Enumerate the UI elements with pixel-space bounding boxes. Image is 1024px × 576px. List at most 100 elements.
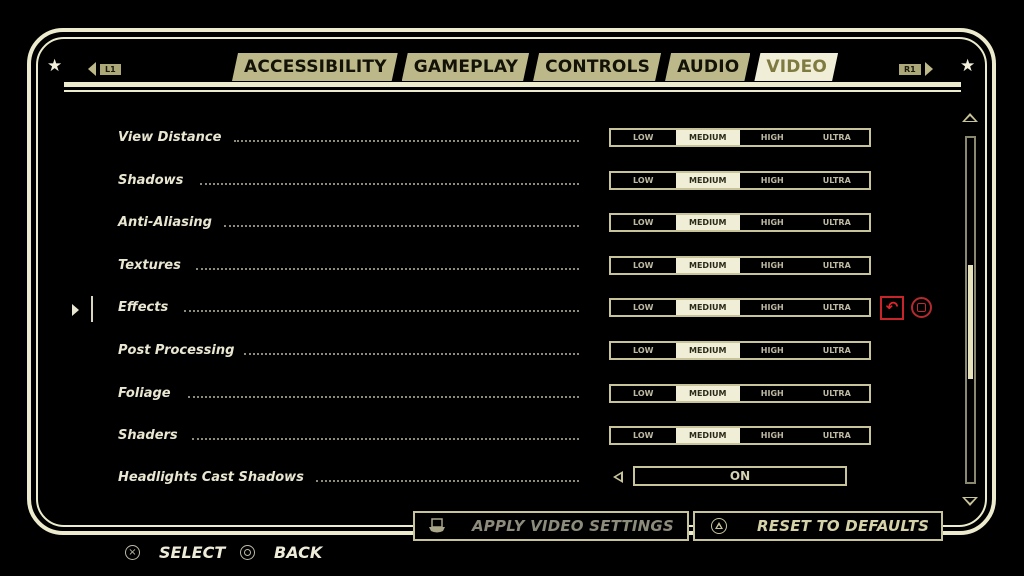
leader-dots [316, 480, 579, 482]
select-hint: × SELECT [125, 543, 225, 562]
l1-badge: L1 [100, 63, 121, 75]
setting-label: Foliage [118, 386, 171, 401]
star-icon: ★ [960, 56, 976, 76]
option-medium[interactable]: MEDIUM [675, 130, 740, 145]
setting-label: Effects [118, 300, 169, 315]
selection-arrow-icon [72, 304, 79, 316]
option-low[interactable]: LOW [611, 428, 676, 443]
option-low[interactable]: LOW [611, 343, 676, 358]
r1-badge: R1 [899, 63, 921, 75]
setting-label: View Distance [118, 130, 222, 145]
option-medium[interactable]: MEDIUM [675, 215, 740, 230]
option-medium[interactable]: MEDIUM [675, 428, 740, 443]
cross-button-icon: × [125, 545, 140, 560]
tab-audio[interactable]: AUDIO [665, 53, 750, 81]
setting-label: Headlights Cast Shadows [118, 470, 304, 485]
quality-selector: LOW MEDIUM HIGH ULTRA [609, 341, 871, 360]
tab-gameplay[interactable]: GAMEPLAY [402, 53, 529, 81]
quality-selector: LOW MEDIUM HIGH ULTRA [609, 213, 871, 232]
option-ultra[interactable]: ULTRA [805, 428, 870, 443]
option-high[interactable]: HIGH [740, 130, 805, 145]
quality-selector: LOW MEDIUM HIGH ULTRA [609, 426, 871, 445]
option-medium[interactable]: MEDIUM [675, 300, 740, 315]
option-high[interactable]: HIGH [740, 386, 805, 401]
option-low[interactable]: LOW [611, 300, 676, 315]
setting-row-effects[interactable]: Effects LOW MEDIUM HIGH ULTRA ↶ [0, 296, 1024, 322]
option-medium[interactable]: MEDIUM [675, 343, 740, 358]
chevron-right-icon [924, 62, 933, 76]
setting-label: Shaders [118, 428, 178, 443]
option-high[interactable]: HIGH [740, 343, 805, 358]
option-ultra[interactable]: ULTRA [805, 343, 870, 358]
apply-video-settings-button[interactable]: APPLY VIDEO SETTINGS [413, 511, 689, 541]
option-high[interactable]: HIGH [740, 428, 805, 443]
option-ultra[interactable]: ULTRA [805, 215, 870, 230]
star-icon: ★ [47, 56, 63, 76]
square-button-icon[interactable] [911, 297, 932, 318]
undo-icon[interactable]: ↶ [880, 296, 904, 320]
reset-to-defaults-button[interactable]: RESET TO DEFAULTS [693, 511, 943, 541]
scrollbar-thumb[interactable] [968, 265, 973, 379]
option-high[interactable]: HIGH [740, 215, 805, 230]
tab-video[interactable]: VIDEO [754, 53, 838, 81]
tab-accessibility[interactable]: ACCESSIBILITY [232, 53, 398, 81]
setting-row-textures[interactable]: Textures LOW MEDIUM HIGH ULTRA [0, 254, 1024, 280]
leader-dots [234, 140, 579, 142]
leader-dots [192, 438, 579, 440]
option-high[interactable]: HIGH [740, 258, 805, 273]
setting-label: Post Processing [118, 343, 235, 358]
reset-button-label: RESET TO DEFAULTS [757, 517, 930, 535]
selection-bar [91, 296, 93, 322]
scroll-down-arrow-icon[interactable] [962, 497, 978, 506]
option-ultra[interactable]: ULTRA [805, 300, 870, 315]
option-ultra[interactable]: ULTRA [805, 130, 870, 145]
setting-row-shaders[interactable]: Shaders LOW MEDIUM HIGH ULTRA [0, 424, 1024, 450]
toggle-left-arrow-icon[interactable] [613, 471, 623, 483]
menu-frame-inner [36, 37, 987, 527]
option-high[interactable]: HIGH [740, 173, 805, 188]
triangle-button-icon [711, 518, 727, 534]
setting-row-foliage[interactable]: Foliage LOW MEDIUM HIGH ULTRA [0, 382, 1024, 408]
touchpad-icon [428, 518, 446, 534]
option-ultra[interactable]: ULTRA [805, 386, 870, 401]
leader-dots [196, 268, 579, 270]
option-low[interactable]: LOW [611, 258, 676, 273]
quality-selector: LOW MEDIUM HIGH ULTRA [609, 171, 871, 190]
setting-row-anti-aliasing[interactable]: Anti-Aliasing LOW MEDIUM HIGH ULTRA [0, 211, 1024, 237]
header-divider [64, 82, 961, 87]
quality-selector: LOW MEDIUM HIGH ULTRA [609, 298, 871, 317]
leader-dots [244, 353, 579, 355]
toggle-value[interactable]: ON [633, 466, 847, 486]
setting-row-shadows[interactable]: Shadows LOW MEDIUM HIGH ULTRA [0, 169, 1024, 195]
setting-row-view-distance[interactable]: View Distance LOW MEDIUM HIGH ULTRA [0, 126, 1024, 152]
option-low[interactable]: LOW [611, 386, 676, 401]
back-hint[interactable]: BACK [240, 543, 322, 562]
scrollbar-track[interactable] [965, 136, 976, 484]
next-tab-bumper[interactable]: R1 [899, 62, 933, 76]
quality-selector: LOW MEDIUM HIGH ULTRA [609, 384, 871, 403]
header-divider [64, 90, 961, 92]
option-ultra[interactable]: ULTRA [805, 173, 870, 188]
option-medium[interactable]: MEDIUM [675, 173, 740, 188]
leader-dots [184, 310, 579, 312]
prev-tab-bumper[interactable]: L1 [88, 62, 121, 76]
back-hint-label: BACK [274, 543, 323, 562]
tab-controls[interactable]: CONTROLS [533, 53, 661, 81]
option-ultra[interactable]: ULTRA [805, 258, 870, 273]
quality-selector: LOW MEDIUM HIGH ULTRA [609, 256, 871, 275]
circle-button-icon [240, 545, 255, 560]
apply-button-label: APPLY VIDEO SETTINGS [472, 517, 674, 535]
leader-dots [188, 396, 579, 398]
option-medium[interactable]: MEDIUM [675, 386, 740, 401]
option-high[interactable]: HIGH [740, 300, 805, 315]
scroll-up-arrow-icon[interactable] [962, 113, 978, 122]
option-low[interactable]: LOW [611, 215, 676, 230]
chevron-left-icon [88, 62, 96, 76]
setting-row-post-processing[interactable]: Post Processing LOW MEDIUM HIGH ULTRA [0, 339, 1024, 365]
setting-row-headlights-cast-shadows[interactable]: Headlights Cast Shadows ON [0, 466, 1024, 492]
setting-label: Textures [118, 258, 181, 273]
option-low[interactable]: LOW [611, 173, 676, 188]
setting-label: Anti-Aliasing [118, 215, 212, 230]
option-low[interactable]: LOW [611, 130, 676, 145]
option-medium[interactable]: MEDIUM [675, 258, 740, 273]
